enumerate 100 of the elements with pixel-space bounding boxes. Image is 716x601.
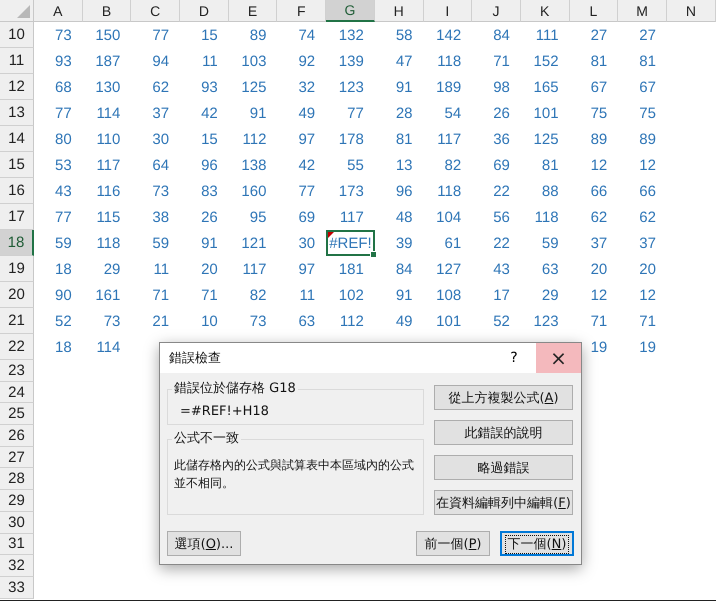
table-cell: 62 [639, 208, 656, 226]
table-cell: 118 [534, 208, 559, 226]
row-header[interactable]: 18 [0, 230, 34, 256]
close-button[interactable]: × [536, 343, 581, 373]
row-header[interactable]: 25 [0, 403, 34, 426]
row-header[interactable]: 19 [0, 256, 34, 282]
table-cell: 117 [437, 130, 462, 148]
row-header[interactable]: 29 [0, 490, 34, 512]
table-cell: 114 [96, 338, 120, 356]
row-header[interactable]: 16 [0, 178, 34, 204]
table-cell: 67 [639, 78, 656, 96]
table-cell: 11 [153, 260, 170, 278]
table-cell: 187 [95, 52, 120, 70]
table-cell: 26 [493, 104, 510, 122]
table-cell: 104 [436, 208, 462, 226]
table-cell: 165 [534, 78, 559, 96]
dialog-button[interactable]: 此錯誤的說明 [434, 420, 573, 445]
table-cell: 56 [493, 208, 510, 226]
column-header[interactable]: A [34, 0, 83, 22]
table-cell: 68 [55, 78, 72, 96]
table-cell: 66 [590, 182, 608, 200]
row-header[interactable]: 14 [0, 126, 34, 152]
table-cell: 160 [241, 182, 266, 200]
column-header[interactable]: H [374, 0, 424, 22]
column-header[interactable]: L [570, 0, 618, 22]
table-cell: 92 [298, 52, 316, 70]
column-header[interactable]: N [666, 0, 716, 22]
table-cell: 71 [590, 312, 608, 330]
table-cell: 112 [242, 130, 266, 148]
dialog-button[interactable]: 選項(O)... [167, 531, 241, 556]
row-header[interactable]: 22 [0, 334, 34, 360]
row-header[interactable]: 11 [0, 48, 34, 74]
column-header[interactable]: F [277, 0, 326, 22]
dialog-button[interactable]: 下一個(N) [500, 531, 574, 556]
dialog-button[interactable]: 前一個(P) [416, 531, 490, 556]
row-header[interactable]: 26 [0, 425, 34, 447]
column-header[interactable]: K [520, 0, 570, 22]
table-cell: 15 [201, 130, 218, 148]
row-header[interactable]: 21 [0, 308, 34, 334]
dialog-button[interactable]: 略過錯誤 [434, 455, 573, 480]
row-header[interactable]: 10 [0, 22, 34, 48]
column-header[interactable]: E [228, 0, 278, 22]
row-header[interactable]: 17 [0, 204, 34, 230]
table-cell: 77 [298, 182, 316, 200]
table-cell: 110 [96, 130, 120, 148]
column-header[interactable]: B [82, 0, 132, 22]
table-cell: 118 [437, 52, 462, 70]
row-header[interactable]: 28 [0, 468, 34, 490]
column-header[interactable]: G [326, 0, 375, 22]
table-cell: 88 [542, 182, 559, 200]
table-cell: 161 [95, 286, 120, 304]
row-header[interactable]: 30 [0, 512, 34, 534]
column-header[interactable]: I [424, 0, 472, 22]
column-header[interactable]: M [618, 0, 667, 22]
table-cell: 49 [396, 312, 412, 330]
table-cell: 69 [298, 208, 316, 226]
row-header[interactable]: 33 [0, 576, 34, 599]
row-header[interactable]: 32 [0, 555, 34, 577]
column-header[interactable]: D [180, 0, 229, 22]
table-cell: 74 [298, 26, 316, 44]
dialog-button[interactable]: 從上方複製公式(A) [434, 385, 573, 410]
table-cell: 39 [396, 234, 412, 252]
table-cell: 125 [241, 78, 266, 96]
table-cell: 59 [542, 234, 559, 252]
table-cell: 81 [639, 52, 656, 70]
dialog-button[interactable]: 在資料編輯列中編輯(F) [434, 490, 573, 515]
column-header[interactable]: J [472, 0, 521, 22]
table-cell: 71 [639, 312, 656, 330]
table-cell: 73 [152, 182, 170, 200]
table-cell: 118 [96, 234, 120, 252]
table-cell: 54 [444, 104, 462, 122]
row-header[interactable]: 12 [0, 74, 34, 100]
table-cell: 20 [590, 260, 608, 278]
table-cell: 90 [55, 286, 72, 304]
table-cell: 102 [338, 286, 364, 304]
table-cell: 93 [55, 52, 72, 70]
row-header[interactable]: 13 [0, 100, 34, 126]
table-cell: 26 [201, 208, 218, 226]
table-cell: 117 [340, 208, 364, 226]
table-cell: 81 [590, 52, 608, 70]
table-cell: 142 [436, 26, 462, 44]
row-header[interactable]: 15 [0, 152, 34, 178]
row-header[interactable]: 27 [0, 446, 34, 468]
table-cell: 114 [96, 104, 120, 122]
table-cell: 89 [639, 130, 656, 148]
table-cell: 123 [534, 312, 559, 330]
table-cell: 47 [396, 52, 412, 70]
fill-handle[interactable] [370, 251, 377, 258]
row-header[interactable]: 31 [0, 534, 34, 556]
row-header[interactable]: 20 [0, 282, 34, 308]
table-cell: 58 [396, 26, 412, 44]
column-header[interactable]: C [131, 0, 180, 22]
table-cell: 178 [338, 130, 364, 148]
table-cell: 59 [152, 234, 170, 252]
table-cell: 12 [590, 286, 608, 304]
table-cell: 42 [201, 104, 218, 122]
table-cell: 17 [493, 286, 510, 304]
table-cell: 71 [201, 286, 218, 304]
row-header[interactable]: 23 [0, 360, 34, 382]
row-header[interactable]: 24 [0, 382, 34, 404]
